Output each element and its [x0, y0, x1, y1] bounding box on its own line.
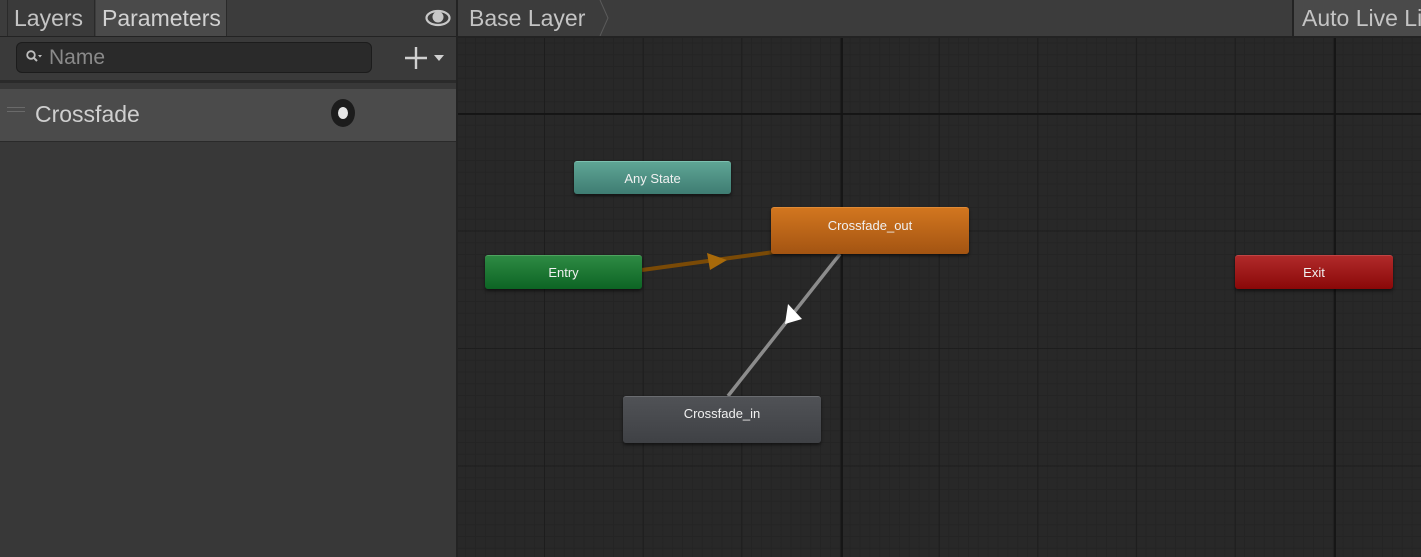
state-exit[interactable]: Exit — [1235, 255, 1393, 289]
parameter-name[interactable]: Crossfade — [35, 101, 140, 128]
left-panel-tab-bar: Layers Parameters — [0, 0, 456, 37]
breadcrumb-base-layer[interactable]: Base Layer — [458, 0, 612, 36]
tab-layers[interactable]: Layers — [7, 0, 95, 36]
parameter-row[interactable]: Crossfade — [0, 89, 456, 142]
parameter-search-row — [0, 37, 456, 83]
state-entry[interactable]: Entry — [485, 255, 642, 289]
breadcrumb-chevron-icon — [596, 0, 610, 36]
auto-live-link-button[interactable]: Auto Live Link — [1292, 0, 1421, 36]
state-label: Crossfade_out — [827, 218, 913, 233]
transition-entry-to-crossfade-out[interactable] — [641, 250, 775, 272]
animator-left-panel: Layers Parameters Name Crossfade — [0, 0, 458, 557]
state-crossfade-in[interactable]: Crossfade_in — [623, 396, 821, 443]
search-field[interactable] — [16, 42, 372, 73]
eye-icon[interactable] — [425, 7, 451, 29]
graph-header: Base Layer Auto Live Link — [458, 0, 1421, 38]
transitions-layer — [641, 250, 842, 398]
trigger-toggle[interactable] — [331, 99, 355, 127]
dropdown-arrow-icon — [434, 55, 444, 61]
state-label: Entry — [548, 265, 579, 280]
transition-crossfade-out-to-crossfade-in[interactable] — [726, 252, 842, 398]
state-crossfade-out[interactable]: Crossfade_out — [771, 207, 969, 254]
plus-icon — [405, 47, 427, 69]
search-input[interactable] — [49, 43, 359, 72]
add-parameter-button[interactable] — [403, 44, 451, 72]
transition-arrow-icon — [707, 253, 727, 270]
state-machine-graph[interactable]: Any State Entry Crossfade_out Crossfade_… — [458, 38, 1421, 557]
state-label: Crossfade_in — [683, 406, 761, 421]
state-any-state[interactable]: Any State — [574, 161, 731, 194]
state-label: Exit — [1303, 265, 1325, 280]
search-icon[interactable] — [25, 49, 45, 67]
tab-parameters[interactable]: Parameters — [96, 0, 227, 36]
drag-handle-icon[interactable] — [7, 107, 25, 113]
state-label: Any State — [624, 171, 681, 186]
